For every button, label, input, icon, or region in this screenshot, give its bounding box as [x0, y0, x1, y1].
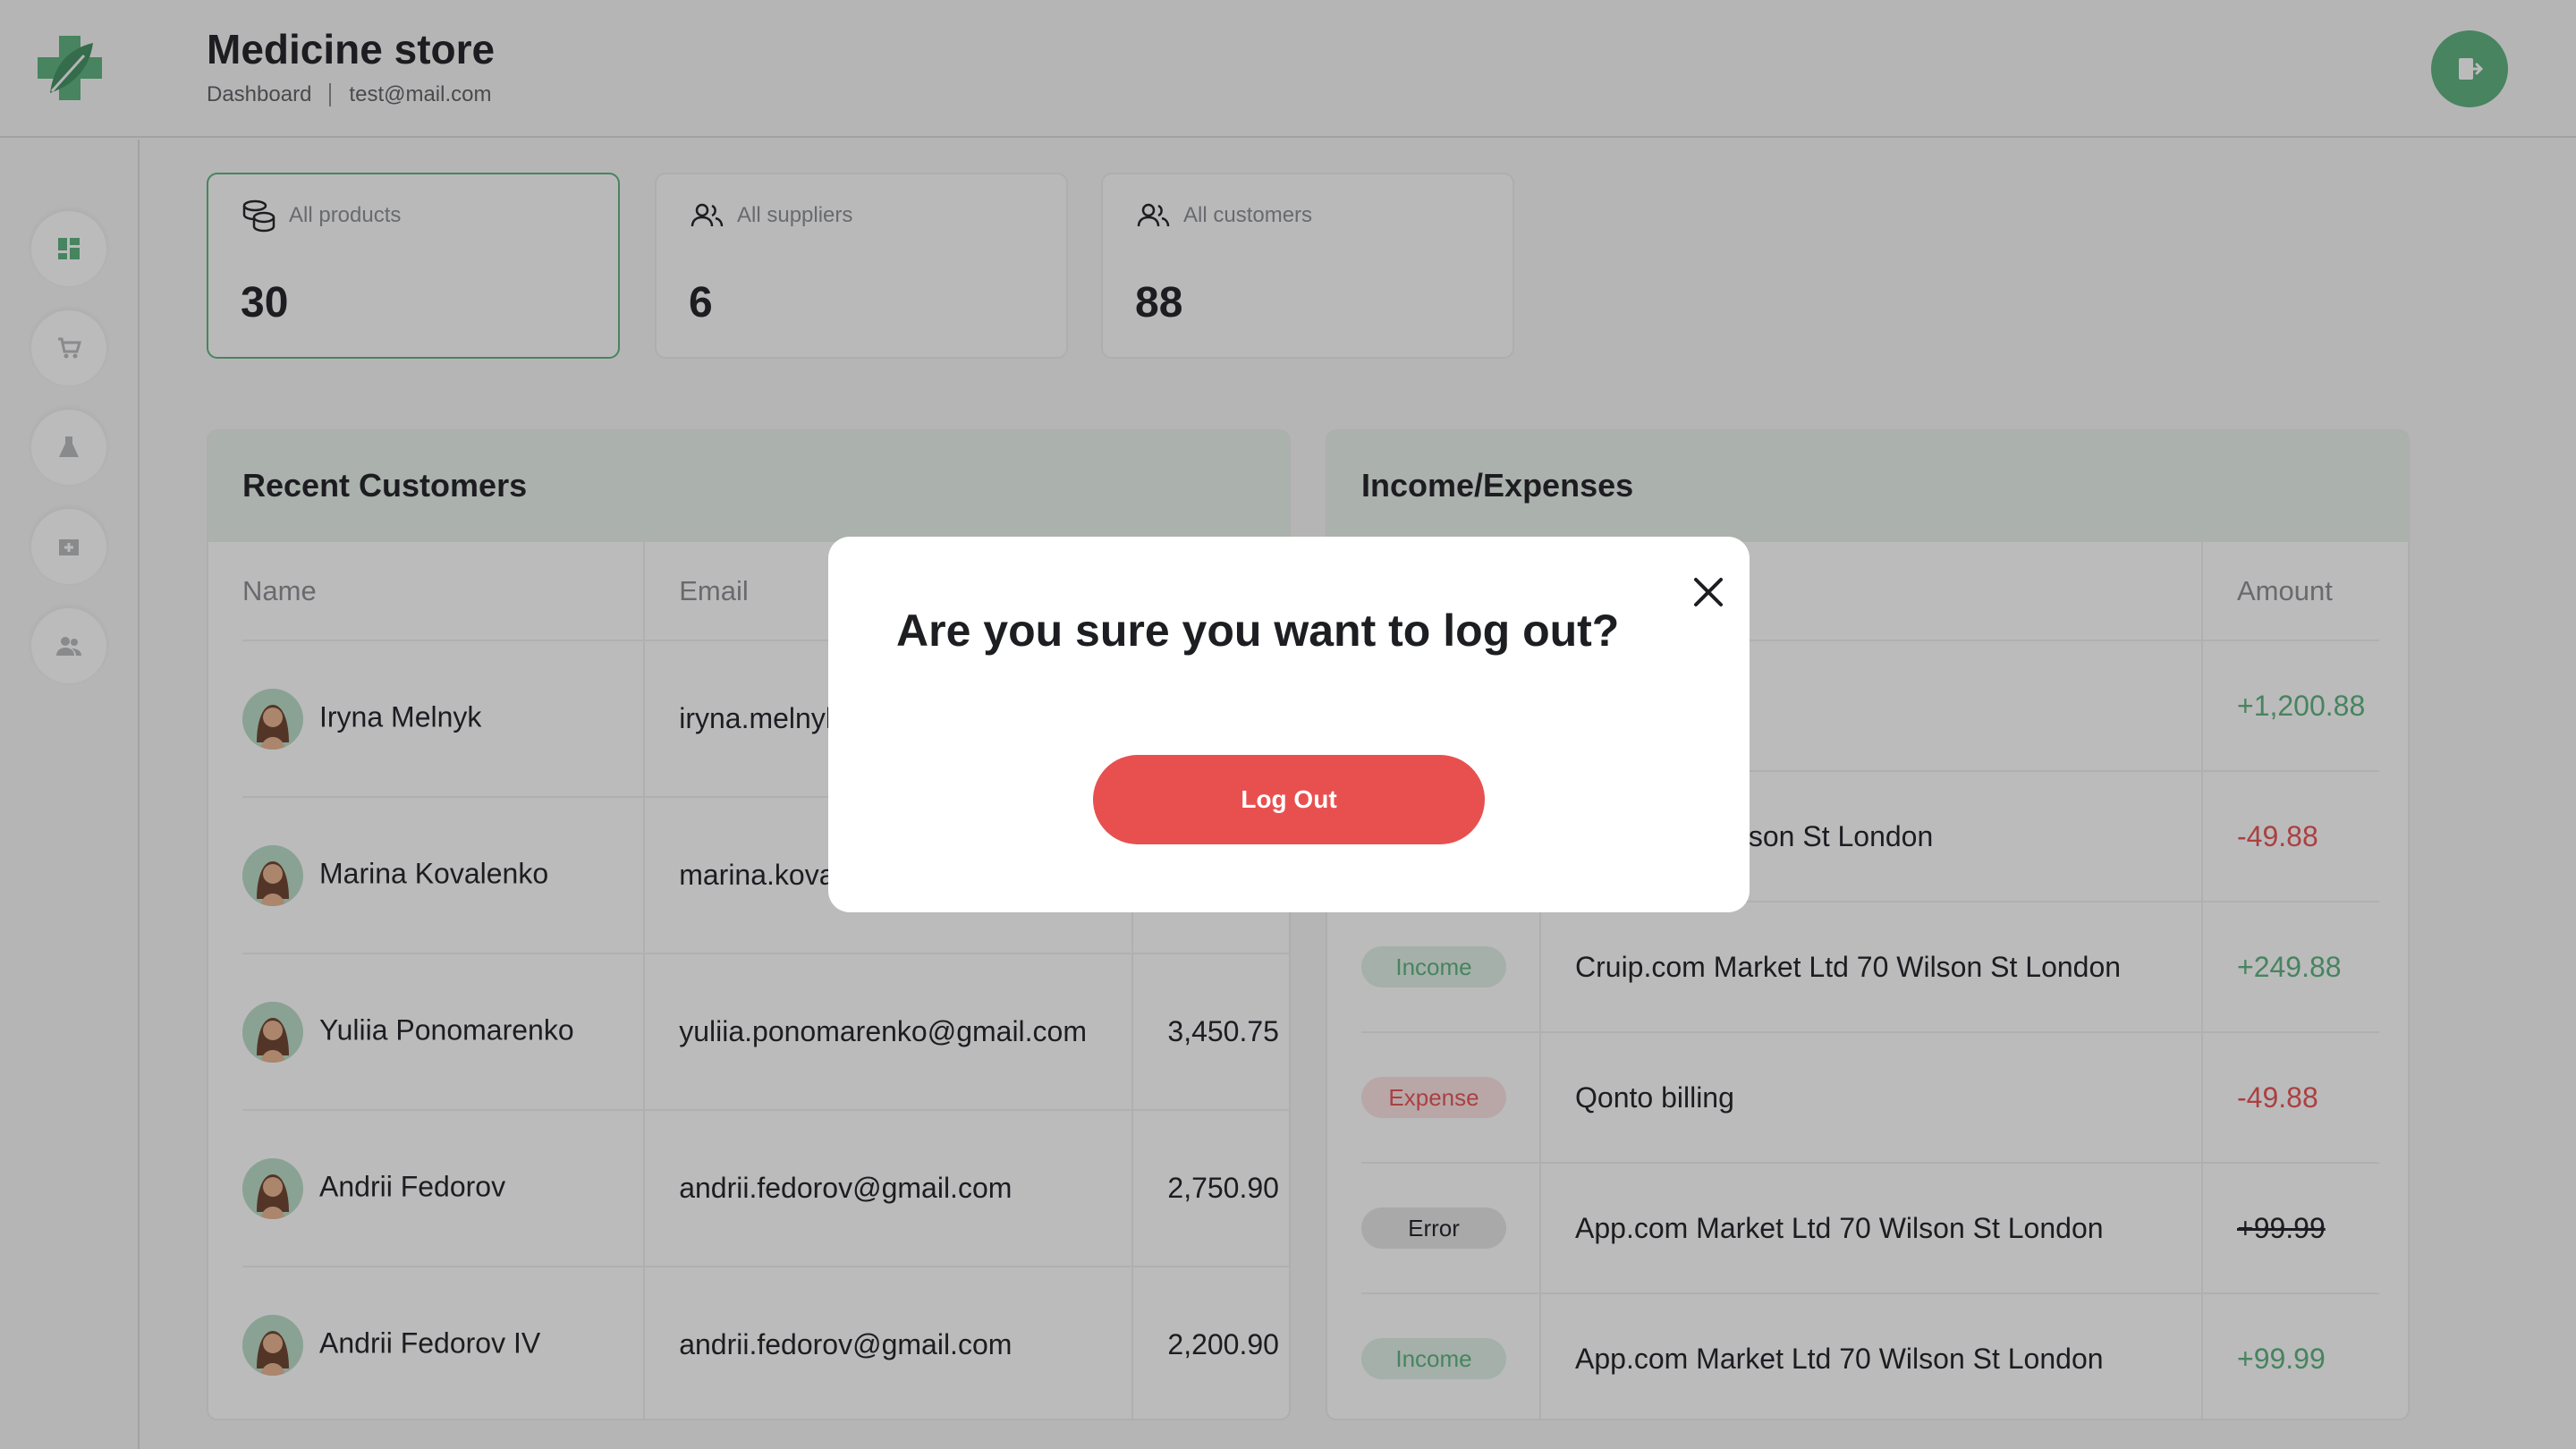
confirm-logout-button[interactable]: Log Out: [1093, 755, 1485, 844]
logout-modal: Are you sure you want to log out? Log Ou…: [828, 537, 1750, 912]
app: Medicine store Dashboard test@mail.com A…: [0, 0, 2576, 1449]
modal-title: Are you sure you want to log out?: [896, 606, 1620, 656]
close-icon: [1694, 578, 1723, 606]
close-button[interactable]: [1685, 569, 1732, 615]
